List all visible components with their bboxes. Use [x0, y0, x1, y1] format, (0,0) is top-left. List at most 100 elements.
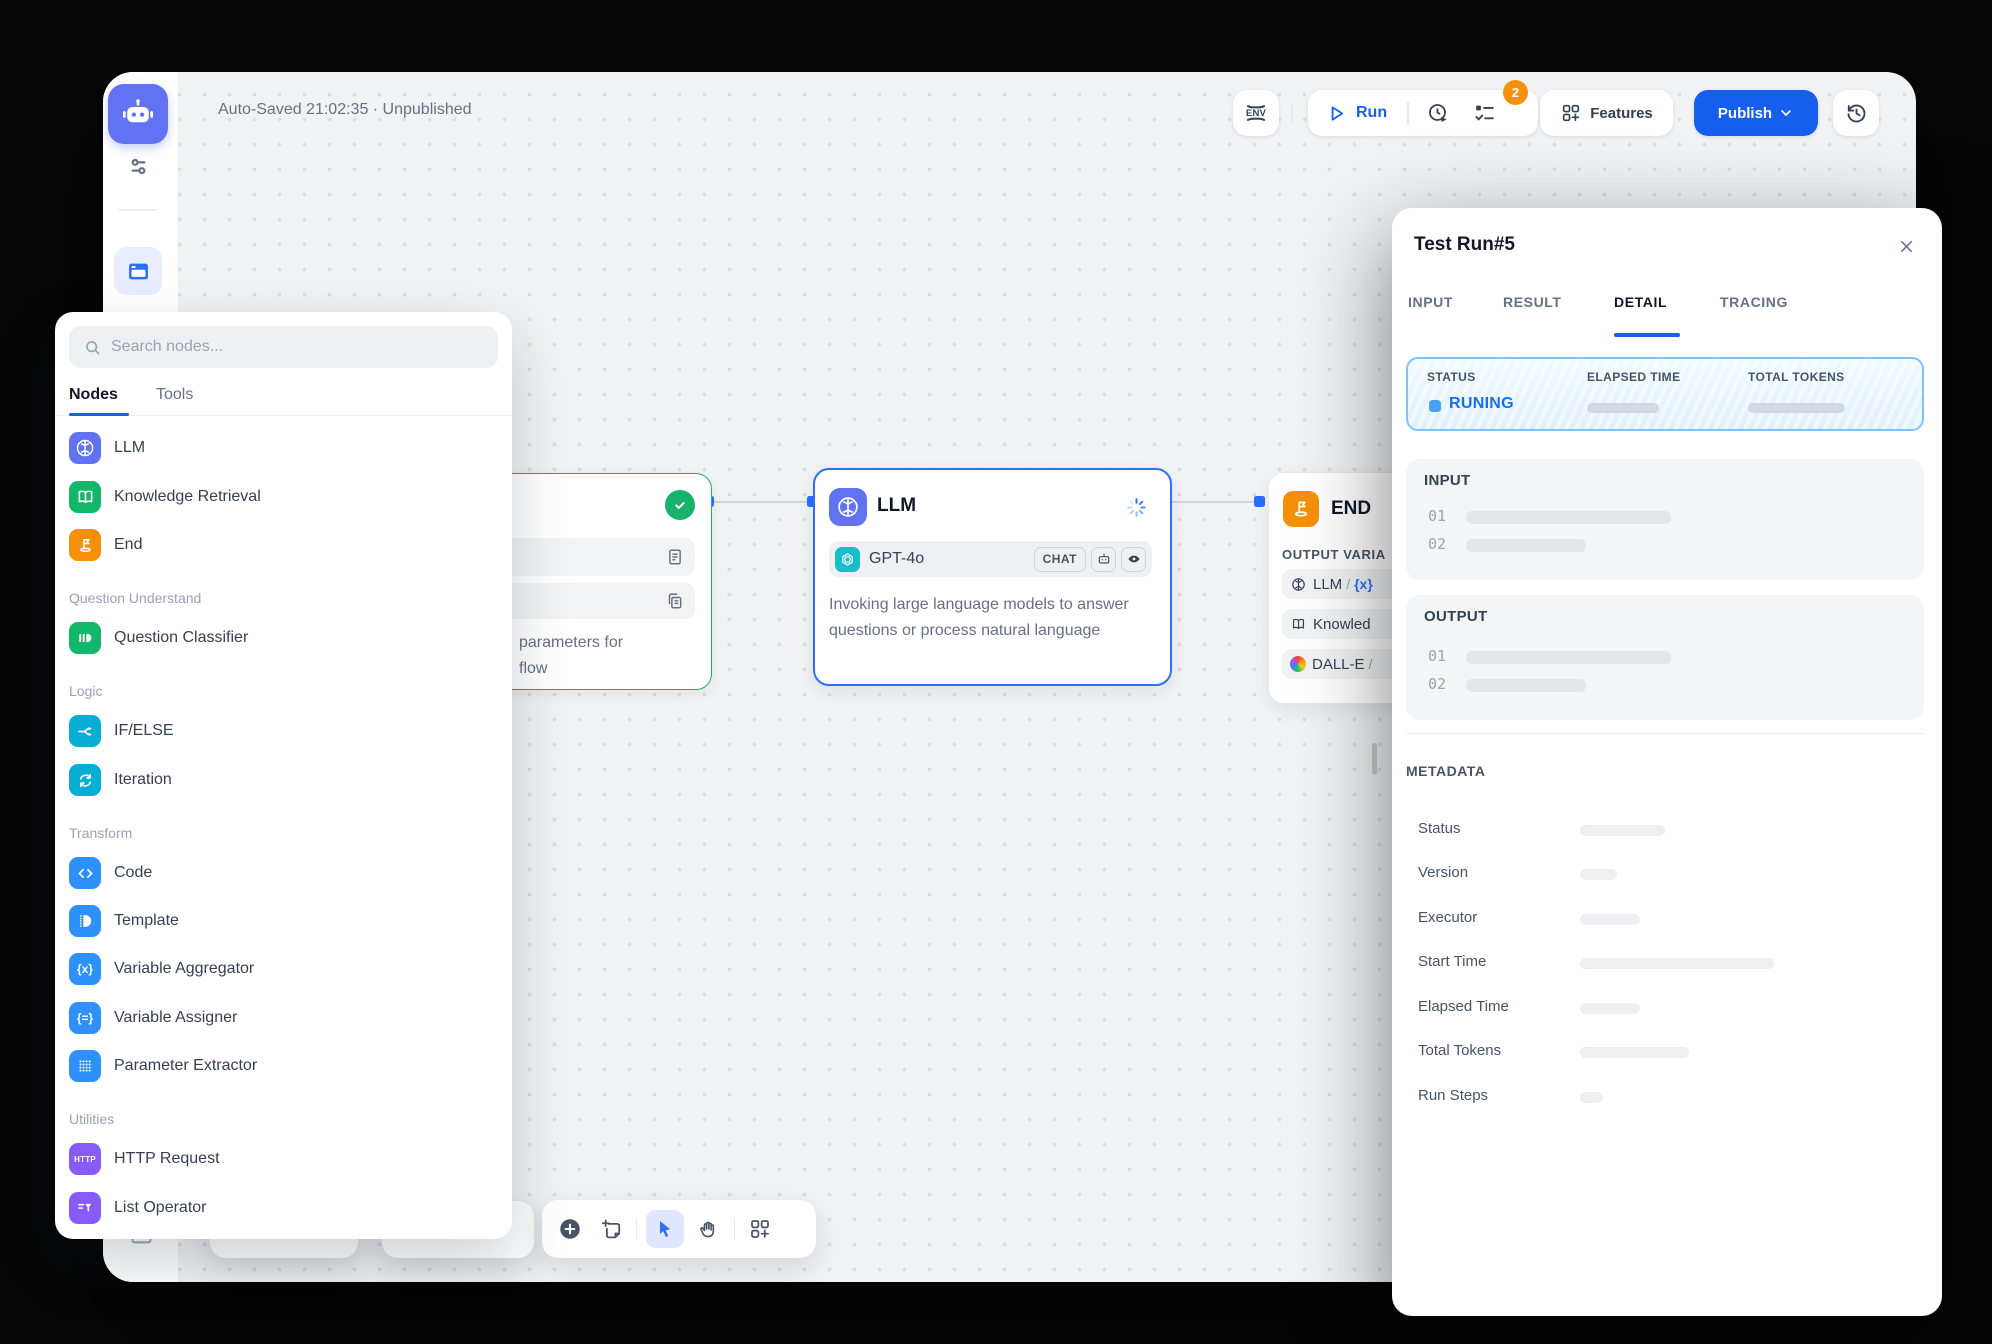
meta-total-tokens-label: Total Tokens — [1418, 1042, 1501, 1059]
rail-divider — [119, 209, 157, 211]
node-item-list-operator[interactable]: List Operator — [69, 1188, 206, 1228]
tab-nodes[interactable]: Nodes — [69, 386, 118, 404]
sliders-icon — [124, 152, 153, 181]
llm-icon — [835, 494, 861, 520]
end-node-icon-tile — [1283, 491, 1319, 527]
row-number: 01 — [1428, 647, 1446, 665]
pointer-mode-button[interactable] — [646, 1210, 684, 1248]
tab-result[interactable]: RESULT — [1503, 294, 1562, 310]
copy-icon — [664, 590, 686, 612]
close-panel-button[interactable] — [1894, 234, 1918, 258]
organize-nodes-button[interactable] — [744, 1213, 776, 1245]
meta-skeleton — [1580, 1003, 1640, 1014]
node-item-question-classifier[interactable]: Question Classifier — [69, 618, 248, 658]
canvas-scrollbar[interactable] — [1372, 743, 1377, 775]
node-item-end[interactable]: End — [69, 525, 142, 565]
meta-skeleton — [1580, 1047, 1689, 1058]
node-item-parameter-extractor[interactable]: Parameter Extractor — [69, 1046, 257, 1086]
workflow-settings-button[interactable] — [124, 152, 153, 181]
active-tab-underline — [1614, 333, 1680, 337]
header-divider — [1291, 103, 1293, 123]
dalle-icon — [1290, 656, 1306, 672]
eye-icon — [1126, 551, 1142, 567]
tab-tracing[interactable]: TRACING — [1720, 294, 1788, 310]
if-else-icon — [69, 715, 101, 747]
running-indicator-dot — [1429, 400, 1441, 412]
llm-node[interactable]: LLM GPT-4o CHAT — [813, 468, 1172, 686]
play-icon[interactable] — [1326, 103, 1347, 124]
tab-detail[interactable]: DETAIL — [1614, 294, 1667, 310]
add-node-button[interactable] — [554, 1213, 586, 1245]
checklist-icon[interactable] — [1472, 101, 1497, 126]
robot-icon — [1096, 551, 1112, 567]
edge-start-to-llm — [710, 501, 812, 503]
test-run-panel: Test Run#5 INPUT RESULT DETAIL TRACING S… — [1392, 208, 1942, 1316]
llm-icon — [69, 432, 101, 464]
code-icon — [69, 857, 101, 889]
node-item-knowledge-retrieval[interactable]: Knowledge Retrieval — [69, 477, 261, 517]
openai-icon — [835, 547, 860, 572]
node-item-if-else[interactable]: IF/ELSE — [69, 711, 174, 751]
node-item-iteration[interactable]: Iteration — [69, 760, 172, 800]
features-button[interactable]: Features — [1540, 90, 1673, 136]
autosave-status: Auto-Saved 21:02:35 · Unpublished — [218, 101, 472, 119]
section-logic: Logic — [69, 683, 102, 699]
llm-node-title: LLM — [877, 495, 916, 517]
run-button[interactable]: Run — [1356, 104, 1387, 122]
node-panel-toggle-button[interactable] — [114, 247, 162, 295]
row-number: 02 — [1428, 535, 1446, 553]
llm-model-row[interactable]: GPT-4o CHAT — [829, 541, 1152, 577]
search-input[interactable]: Search nodes... — [69, 326, 498, 368]
loading-spinner-icon — [1125, 496, 1148, 519]
node-search-panel: Search nodes... Nodes Tools LLM Knowledg… — [55, 312, 512, 1239]
meta-skeleton — [1580, 869, 1617, 880]
node-item-llm[interactable]: LLM — [69, 428, 145, 468]
checklist-badge: 2 — [1503, 80, 1528, 105]
meta-run-steps-label: Run Steps — [1418, 1087, 1488, 1104]
status-value: RUNING — [1449, 395, 1514, 413]
test-run-title: Test Run#5 — [1414, 234, 1515, 256]
node-item-template[interactable]: Template — [69, 901, 179, 941]
meta-version-label: Version — [1418, 864, 1468, 881]
meta-skeleton — [1580, 825, 1665, 836]
app-root: Auto-Saved 21:02:35 · Unpublished ENV Ru… — [0, 0, 1992, 1344]
total-tokens-label: TOTAL TOKENS — [1748, 370, 1845, 384]
node-item-http-request[interactable]: HTTP HTTP Request — [69, 1139, 220, 1179]
chat-mode-badge: CHAT — [1034, 547, 1086, 572]
start-node-description: parameters for — [519, 634, 623, 652]
output-skeleton — [1466, 679, 1586, 692]
node-item-variable-assigner[interactable]: {=} Variable Assigner — [69, 998, 237, 1038]
model-name: GPT-4o — [869, 550, 924, 568]
node-item-code[interactable]: Code — [69, 853, 152, 893]
toolbar-divider — [734, 1218, 735, 1240]
hand-mode-button[interactable] — [693, 1213, 725, 1245]
node-item-variable-aggregator[interactable]: {x} Variable Aggregator — [69, 949, 254, 989]
vision-toggle[interactable] — [1121, 547, 1146, 572]
meta-skeleton — [1580, 914, 1640, 925]
run-history-clock-icon[interactable] — [1426, 101, 1451, 126]
active-tab-underline — [69, 413, 129, 416]
publish-button[interactable]: Publish — [1694, 90, 1818, 136]
end-input-port[interactable] — [1254, 496, 1265, 507]
metadata-divider — [1406, 733, 1924, 734]
meta-skeleton — [1580, 1092, 1603, 1103]
add-note-button[interactable] — [595, 1213, 627, 1245]
output-title: OUTPUT — [1424, 608, 1487, 625]
section-question-understand: Question Understand — [69, 590, 201, 606]
total-tokens-skeleton — [1748, 403, 1845, 413]
env-button[interactable]: ENV — [1233, 90, 1279, 136]
tab-tools[interactable]: Tools — [156, 386, 193, 404]
agent-toggle[interactable] — [1091, 547, 1116, 572]
features-grid-icon — [1560, 102, 1582, 124]
end-node-title: END — [1331, 498, 1371, 520]
version-history-button[interactable] — [1833, 90, 1879, 136]
edge-llm-to-end — [1170, 501, 1260, 503]
features-label: Features — [1590, 105, 1653, 122]
app-logo[interactable] — [108, 84, 168, 144]
input-title: INPUT — [1424, 472, 1471, 489]
meta-executor-label: Executor — [1418, 909, 1477, 926]
search-icon — [83, 338, 102, 357]
start-node-description: flow — [519, 660, 547, 678]
tab-input[interactable]: INPUT — [1408, 294, 1453, 310]
elapsed-time-skeleton — [1587, 403, 1659, 413]
